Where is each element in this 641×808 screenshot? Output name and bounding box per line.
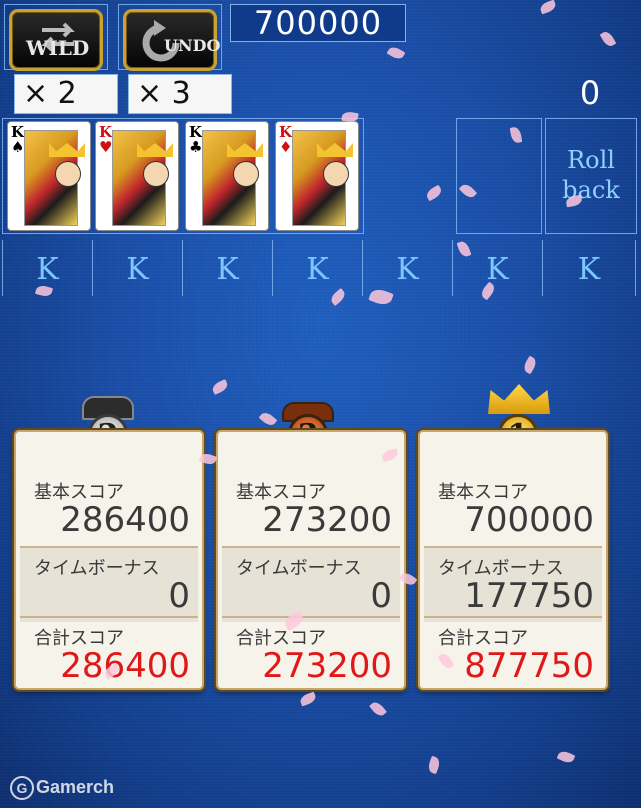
undo-count: × 3	[128, 74, 232, 114]
petal-icon	[424, 184, 444, 202]
king-portrait	[202, 130, 263, 226]
base-score-section: 基本スコア 273200	[222, 472, 400, 546]
king-portrait	[24, 130, 85, 226]
card-suit: ♦	[279, 138, 293, 156]
card-king-clubs[interactable]: K ♣	[185, 121, 269, 231]
petal-icon	[386, 44, 406, 62]
current-score: 700000	[230, 4, 406, 42]
time-bonus-value: 0	[370, 576, 392, 616]
rank-cell: K	[362, 240, 452, 296]
empty-card-slot[interactable]	[456, 118, 542, 234]
king-portrait	[112, 130, 173, 226]
total-score-section: 合計スコア 273200	[222, 618, 400, 692]
undo-button-label: UNDO	[164, 36, 221, 55]
petal-icon	[521, 355, 539, 375]
time-bonus-section: タイムボーナス 177750	[424, 548, 602, 622]
rank-cell: K	[272, 240, 362, 296]
undo-button[interactable]: UNDO	[123, 9, 221, 71]
undo-button-frame: UNDO	[118, 4, 222, 71]
gamerch-logo-icon: G	[10, 776, 34, 800]
petal-icon	[538, 0, 558, 15]
base-score-value: 273200	[262, 500, 392, 540]
card-suit: ♣	[189, 138, 203, 156]
result-panel-rank-2: 基本スコア 286400 タイムボーナス 0 合計スコア 286400	[14, 430, 204, 690]
petal-icon	[258, 410, 278, 428]
king-portrait	[292, 130, 353, 226]
wild-button-label: WILD	[26, 36, 90, 60]
move-counter: 0	[579, 74, 601, 112]
time-bonus-section: タイムボーナス 0	[20, 548, 198, 622]
petal-icon	[426, 755, 442, 775]
wild-button-frame: WILD	[4, 4, 108, 71]
time-bonus-value: 177750	[464, 576, 594, 616]
total-score-section: 合計スコア 286400	[20, 618, 198, 692]
wild-button[interactable]: WILD	[9, 9, 103, 71]
time-bonus-label: タイムボーナス	[34, 558, 160, 579]
card-suit: ♠	[11, 138, 25, 156]
watermark-text: Gamerch	[36, 776, 115, 797]
petal-icon	[210, 379, 230, 395]
total-score-section: 合計スコア 877750	[424, 618, 602, 692]
time-bonus-value: 0	[168, 576, 190, 616]
rank-row: K K K K K K K	[2, 240, 638, 296]
petal-icon	[599, 29, 617, 49]
total-score-value: 877750	[464, 646, 594, 686]
result-panel-rank-1: 基本スコア 700000 タイムボーナス 177750 合計スコア 877750	[418, 430, 608, 690]
wild-count: × 2	[14, 74, 118, 114]
petal-icon	[369, 699, 387, 719]
time-bonus-section: タイムボーナス 0	[222, 548, 400, 622]
rank-cell: K	[182, 240, 272, 296]
time-bonus-label: タイムボーナス	[236, 558, 362, 579]
card-king-diamonds[interactable]: K ♦	[275, 121, 359, 231]
crown-icon	[488, 384, 550, 414]
base-score-value: 286400	[60, 500, 190, 540]
gamerch-watermark: G Gamerch	[10, 776, 114, 800]
total-score-value: 286400	[60, 646, 190, 686]
rank-cell: K	[92, 240, 182, 296]
petal-icon	[298, 691, 318, 707]
card-king-hearts[interactable]: K ♥	[95, 121, 179, 231]
card-suit: ♥	[99, 138, 113, 156]
card-king-spades[interactable]: K ♠	[7, 121, 91, 231]
rank-cell: K	[542, 240, 636, 296]
petal-icon	[556, 749, 576, 765]
base-score-value: 700000	[464, 500, 594, 540]
base-score-section: 基本スコア 700000	[424, 472, 602, 546]
base-score-section: 基本スコア 286400	[20, 472, 198, 546]
rollback-button[interactable]: Roll back	[545, 118, 637, 234]
result-panel-rank-3: 基本スコア 273200 タイムボーナス 0 合計スコア 273200	[216, 430, 406, 690]
total-score-value: 273200	[262, 646, 392, 686]
card-tray: K ♠ K ♥ K ♣ K ♦	[2, 118, 364, 234]
